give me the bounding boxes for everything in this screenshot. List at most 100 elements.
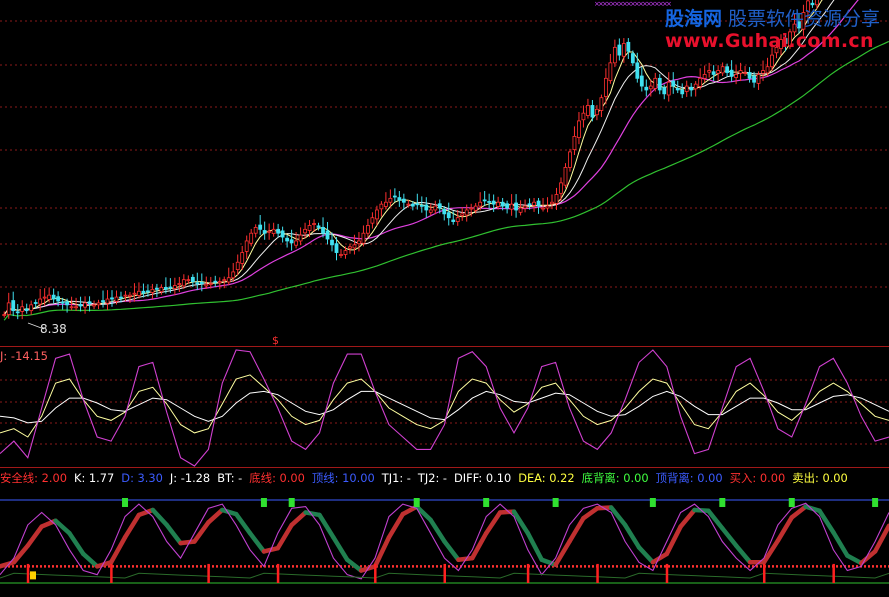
candle-body: [370, 217, 375, 224]
candle: [24, 303, 29, 314]
candle-body: [65, 301, 70, 306]
candle-body: [648, 85, 653, 90]
candle-body: [132, 292, 137, 295]
sell-signal-marker: [552, 498, 559, 507]
candle-body: [47, 294, 52, 300]
candle: [536, 197, 541, 214]
candle-body: [366, 225, 370, 234]
watermark-brand: 股海网: [665, 8, 723, 30]
candle-body: [747, 72, 752, 79]
candle: [639, 67, 644, 92]
candle: [482, 191, 487, 206]
candle-body: [303, 228, 307, 234]
candle-body: [451, 219, 456, 222]
candle-body: [666, 81, 671, 96]
d-line-segment: [678, 507, 697, 529]
d-line-segment: [67, 530, 86, 557]
candle: [738, 62, 743, 82]
candle-body: [177, 283, 182, 285]
candle-body: [51, 294, 56, 300]
candle: [487, 193, 492, 209]
d-line-segment: [414, 504, 433, 523]
candle: [11, 291, 16, 317]
candle-body: [321, 226, 325, 234]
legend-item: 顶线: 10.00: [311, 471, 375, 485]
kdj-panel: [0, 349, 889, 467]
candle: [388, 189, 393, 207]
candle-body: [496, 201, 501, 207]
legend-item: D: 3.30: [121, 471, 163, 485]
candle-body: [298, 234, 303, 242]
candle: [684, 80, 689, 97]
candle-body: [128, 294, 132, 297]
buy-signal-marker: [207, 563, 210, 583]
buy-signal-marker: [26, 563, 30, 583]
legend-item: 卖出: 0.00: [792, 471, 848, 485]
legend-item: DEA: 0.22: [518, 471, 575, 485]
candle-body: [442, 208, 447, 215]
candle: [590, 100, 595, 122]
candle-body: [294, 240, 298, 246]
candle: [51, 288, 56, 304]
candle-body: [698, 77, 703, 87]
candle-body: [42, 296, 47, 299]
sell-signal-marker: [719, 498, 726, 507]
candle-body: [433, 205, 438, 211]
candle-body: [226, 277, 231, 283]
candle: [765, 57, 770, 77]
legend-item: TJ2: -: [417, 471, 448, 485]
candle-body: [289, 239, 294, 244]
candle: [177, 276, 182, 293]
candle-body: [401, 198, 406, 203]
candle-body: [406, 203, 411, 206]
candle-body: [330, 239, 334, 246]
candle-body: [612, 46, 617, 64]
candle-body: [352, 244, 357, 249]
d-line-segment: [108, 535, 128, 565]
candle-body: [635, 62, 640, 79]
candle: [433, 200, 438, 215]
candle: [262, 221, 267, 240]
candle-body: [603, 77, 608, 97]
d-line-segment: [206, 507, 225, 525]
candle-body: [460, 213, 465, 216]
d-line-segment: [81, 551, 100, 569]
candle-body: [361, 232, 366, 244]
candle-body: [119, 296, 123, 299]
d-line-segment: [720, 525, 739, 548]
candle-body: [231, 271, 236, 279]
sell-signal-marker: [260, 498, 267, 507]
candle-body: [608, 62, 613, 82]
candle: [348, 243, 352, 254]
candle-body: [752, 75, 756, 83]
candle: [415, 193, 420, 210]
candle: [554, 187, 559, 210]
candle: [379, 201, 384, 217]
kdj-k-line: [0, 374, 889, 438]
candle-body: [599, 97, 604, 111]
candle: [110, 290, 114, 307]
legend-item: 买入: 0.00: [729, 471, 786, 485]
candle: [325, 221, 330, 245]
candle: [280, 226, 285, 243]
candle-body: [505, 203, 510, 209]
d-line-segment: [483, 510, 503, 536]
candle-body: [110, 297, 114, 300]
candle: [460, 207, 465, 221]
candle-body: [581, 112, 586, 121]
candle-body: [375, 209, 379, 220]
candle-body: [168, 286, 173, 289]
candle-body: [33, 302, 38, 304]
candle-body: [159, 287, 164, 293]
candle: [577, 112, 581, 145]
legend-item: K: 1.77: [74, 471, 115, 485]
candle-body: [415, 203, 420, 206]
candle-body: [532, 201, 536, 206]
candle-body: [343, 250, 348, 255]
candle: [321, 217, 325, 238]
candle-body: [217, 281, 222, 284]
candle: [716, 65, 721, 82]
candle-body: [523, 205, 527, 209]
watermark-tagline: 股票软件资源分享: [728, 8, 881, 30]
candle-body: [383, 201, 388, 207]
